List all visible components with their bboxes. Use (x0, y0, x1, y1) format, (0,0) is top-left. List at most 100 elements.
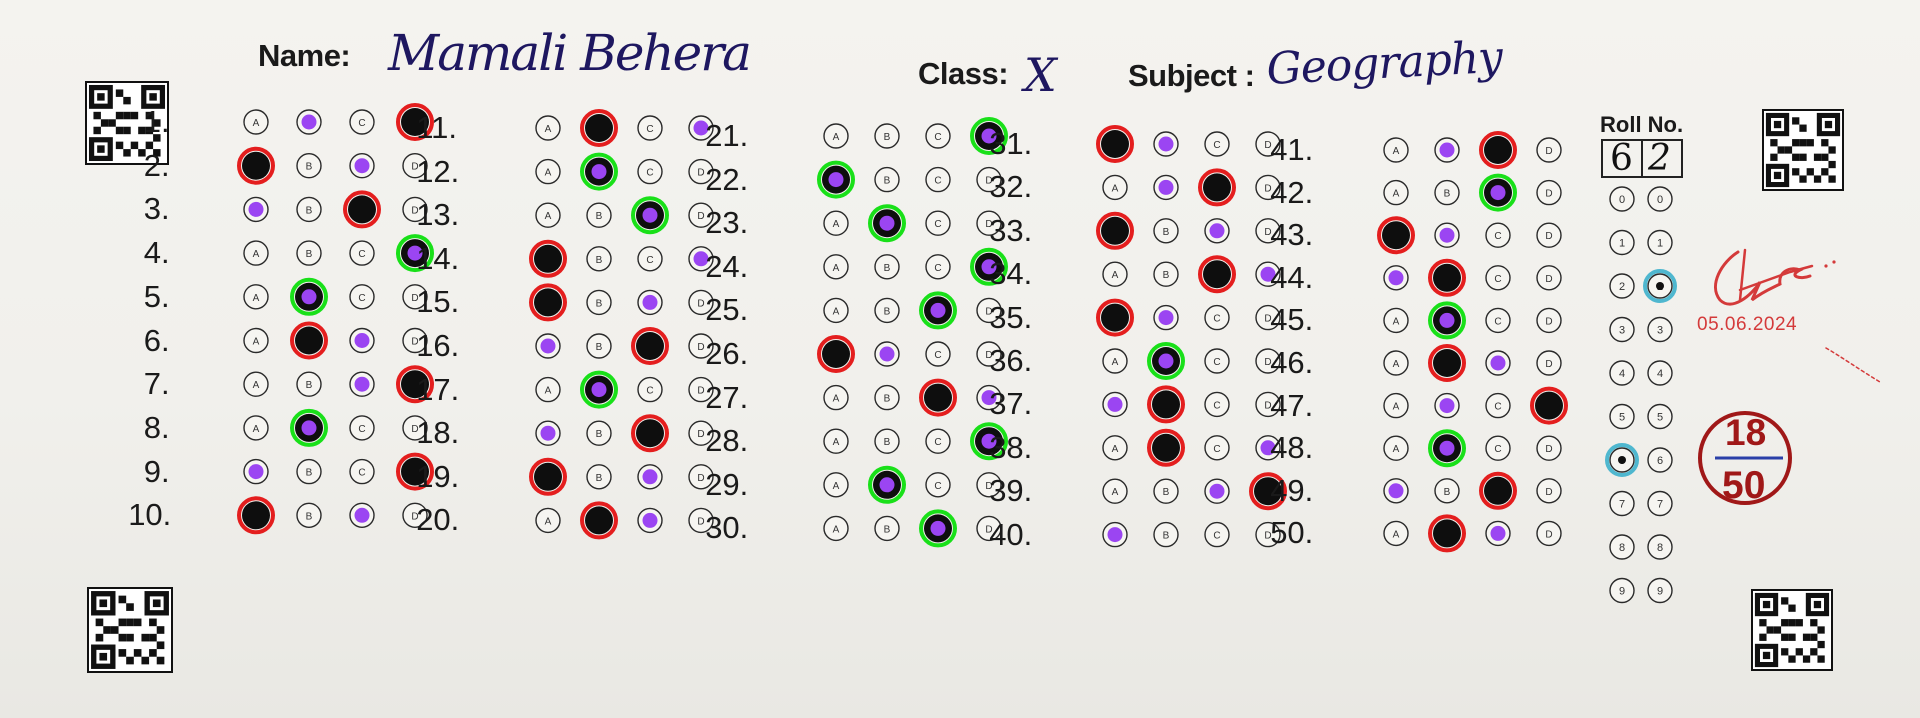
question-row: ABCD (243, 234, 434, 273)
roll-bubble-digit: 2 (1619, 281, 1625, 293)
answer-key-dot (540, 338, 556, 354)
option-letter: C (358, 118, 365, 129)
option-letter: A (833, 481, 840, 492)
answer-key-dot (248, 201, 264, 217)
question-row: ABCD (823, 378, 1002, 417)
question-number: 38. (989, 429, 1033, 465)
question-number: 12. (416, 153, 460, 189)
filled-bubble (822, 340, 850, 368)
roll-bubble-digit: 1 (1657, 238, 1663, 250)
question-number: 5. (143, 278, 170, 314)
option-letter: B (596, 429, 603, 440)
option-letter: B (306, 162, 313, 173)
question-number: 15. (416, 284, 460, 320)
question-number: 48. (1270, 430, 1314, 466)
option-letter: B (884, 132, 891, 143)
question-row: ABCD (535, 501, 714, 540)
question-row: ABCD (1102, 428, 1281, 467)
option-letter: C (358, 468, 365, 479)
option-letter: D (1545, 274, 1552, 285)
question-number: 34. (989, 256, 1033, 292)
question-number: 3. (143, 191, 170, 227)
answer-key-dot (540, 425, 556, 441)
option-letter: A (1393, 189, 1400, 200)
roll-bubble-digit: 8 (1657, 542, 1663, 554)
answer-key-dot (1388, 483, 1404, 499)
option-letter: C (934, 219, 941, 230)
qr-code-icon (1751, 589, 1833, 671)
question-row: ABCD (237, 146, 428, 185)
question-row: ABCD (243, 321, 428, 360)
question-row: ABCD (243, 103, 434, 141)
roll-selected-dot (1656, 282, 1664, 290)
omr-grid: ABCDABCDABCDABCDABCDABCDABCDABCDABCDABCD… (85, 81, 1881, 673)
question-number: 1. (143, 104, 170, 139)
option-letter: D (697, 342, 704, 353)
class-value: X (1024, 48, 1057, 102)
question-number: 50. (1270, 515, 1314, 551)
question-number: 32. (989, 169, 1033, 205)
question-number: 18. (416, 415, 460, 451)
question-row: ABCD (535, 327, 714, 365)
option-letter: B (306, 468, 313, 479)
question-number: 26. (705, 336, 749, 371)
option-letter: B (596, 473, 603, 484)
question-number: 37. (989, 386, 1033, 422)
question-number: 29. (705, 466, 749, 502)
question-row: ABCD (535, 370, 714, 409)
question-row: ABCD (1102, 342, 1281, 380)
roll-digit-2: 2 (1648, 138, 1671, 179)
answer-key-dot (1439, 312, 1455, 328)
roll-bubble-digit: 3 (1619, 325, 1625, 337)
option-letter: A (253, 249, 260, 260)
question-row: ABCD (1102, 472, 1287, 511)
roll-bubble-digit: 9 (1619, 586, 1625, 598)
roll-bubble-digit: 3 (1657, 325, 1663, 337)
roll-bubble-digit: 0 (1619, 194, 1625, 206)
option-letter: A (545, 168, 552, 179)
option-letter: C (1494, 316, 1501, 327)
question-number: 46. (1270, 345, 1314, 380)
roll-bubble-digit: 4 (1619, 368, 1625, 380)
answer-key-dot (1107, 396, 1123, 412)
question-number: 39. (989, 473, 1033, 509)
answer-key-dot (1439, 398, 1455, 414)
option-letter: C (934, 176, 941, 187)
question-row: ABCD (1096, 211, 1281, 250)
answer-key-dot (354, 376, 370, 392)
answer-key-dot (879, 215, 895, 231)
question-number: 49. (1270, 472, 1314, 508)
answer-key-dot (642, 469, 658, 485)
question-number: 6. (143, 322, 170, 358)
option-letter: B (306, 249, 313, 260)
option-letter: C (1213, 400, 1220, 411)
answer-key-dot (1107, 527, 1123, 543)
question-row: ABCD (243, 277, 428, 316)
option-letter: B (596, 298, 603, 309)
ink-streak (1825, 347, 1881, 383)
filled-bubble (1484, 476, 1512, 505)
answer-key-dot (642, 207, 658, 223)
filled-bubble (1382, 221, 1410, 250)
question-row: ABCD (823, 247, 1008, 286)
option-letter: B (306, 511, 313, 522)
question-row: ABCD (529, 283, 714, 322)
question-number: 7. (143, 366, 170, 402)
option-letter: A (1112, 487, 1119, 498)
option-letter: C (934, 481, 941, 492)
answer-key-dot (1158, 179, 1174, 195)
option-letter: C (646, 255, 653, 266)
answer-key-dot (1490, 185, 1506, 201)
question-number: 41. (1270, 132, 1314, 167)
option-letter: B (884, 263, 891, 274)
option-letter: B (1163, 227, 1170, 238)
question-row: ABCD (823, 465, 1002, 504)
question-number: 45. (1270, 302, 1314, 338)
option-letter: D (1545, 316, 1552, 327)
score-total: 50 (1722, 464, 1766, 507)
answer-key-dot (1439, 142, 1455, 158)
option-letter: A (253, 118, 260, 129)
answer-key-dot (1158, 136, 1174, 152)
option-letter: A (253, 337, 260, 348)
question-row: ABCD (823, 509, 1002, 548)
